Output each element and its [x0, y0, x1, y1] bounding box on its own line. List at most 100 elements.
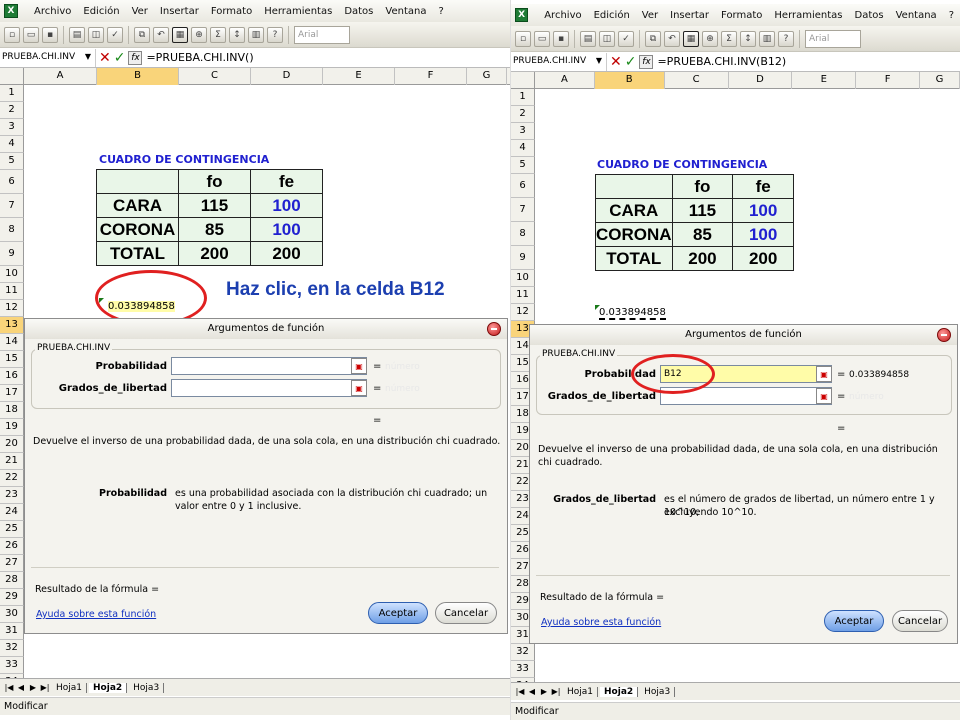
menu-help[interactable]: ?: [943, 10, 960, 21]
column-header-e[interactable]: E: [323, 68, 395, 85]
autosum-icon[interactable]: Σ: [721, 30, 737, 47]
row-header[interactable]: 23: [0, 487, 24, 504]
table-cell[interactable]: CARA: [96, 193, 179, 218]
close-icon[interactable]: [487, 322, 501, 336]
column-header-a[interactable]: A: [535, 72, 595, 89]
row-header[interactable]: 24: [0, 504, 24, 521]
chart-icon[interactable]: ▥: [759, 30, 775, 47]
hyperlink-icon[interactable]: ⊕: [191, 26, 207, 43]
row-header[interactable]: 29: [0, 589, 24, 606]
menu-insertar[interactable]: Insertar: [664, 10, 715, 21]
cancel-entry-icon[interactable]: ✕: [99, 50, 111, 66]
menu-edicion[interactable]: Edición: [588, 10, 636, 21]
table-header-fe[interactable]: fe: [732, 174, 794, 199]
cell-b12[interactable]: 0.033894858: [599, 307, 666, 320]
row-header[interactable]: 2: [511, 106, 535, 123]
column-header-d[interactable]: D: [251, 68, 323, 85]
row-header[interactable]: 9: [511, 246, 535, 270]
select-all-corner[interactable]: [511, 72, 535, 89]
copy-icon[interactable]: ⧉: [645, 30, 661, 47]
row-header[interactable]: 4: [0, 136, 24, 153]
column-header-g[interactable]: G: [467, 68, 507, 85]
column-header-d[interactable]: D: [729, 72, 793, 89]
table-cell[interactable]: 100: [250, 193, 323, 218]
row-header[interactable]: 32: [0, 640, 24, 657]
menu-datos[interactable]: Datos: [338, 6, 379, 17]
name-box[interactable]: PRUEBA.CHI.INV ▼: [511, 52, 607, 71]
menu-ventana[interactable]: Ventana: [379, 6, 432, 17]
chevron-down-icon[interactable]: ▼: [85, 52, 91, 61]
row-header[interactable]: 15: [0, 351, 24, 368]
undo-icon[interactable]: ↶: [153, 26, 169, 43]
row-header[interactable]: 27: [0, 555, 24, 572]
row-header[interactable]: 26: [0, 538, 24, 555]
table-cell[interactable]: 200: [250, 241, 323, 266]
new-document-icon[interactable]: ▫: [515, 30, 531, 47]
column-header-b[interactable]: B: [594, 72, 665, 89]
name-box[interactable]: PRUEBA.CHI.INV ▼: [0, 48, 96, 67]
row-header[interactable]: 33: [0, 657, 24, 674]
row-header[interactable]: 13: [0, 317, 24, 334]
column-header-g[interactable]: G: [920, 72, 960, 89]
new-document-icon[interactable]: ▫: [4, 26, 20, 43]
table-cell[interactable]: 100: [250, 217, 323, 242]
row-header[interactable]: 10: [511, 270, 535, 287]
row-header[interactable]: 14: [0, 334, 24, 351]
confirm-entry-icon[interactable]: ✓: [114, 50, 126, 66]
formula-text[interactable]: =PRUEBA.CHI.INV(B12): [657, 55, 786, 68]
row-header[interactable]: 31: [0, 623, 24, 640]
menu-formato[interactable]: Formato: [205, 6, 258, 17]
row-header[interactable]: 7: [0, 194, 24, 218]
help-link[interactable]: Ayuda sobre esta función: [36, 609, 156, 620]
row-header[interactable]: 25: [0, 521, 24, 538]
sort-icon[interactable]: ↕: [229, 26, 245, 43]
collapse-dialog-icon[interactable]: ▣: [351, 358, 367, 374]
sheet-tab-hoja3[interactable]: Hoja3: [640, 686, 676, 697]
row-header[interactable]: 28: [0, 572, 24, 589]
table-cell[interactable]: 115: [178, 193, 251, 218]
row-header[interactable]: 11: [511, 287, 535, 304]
row-header[interactable]: 6: [0, 170, 24, 194]
first-sheet-icon[interactable]: |◀: [515, 687, 525, 696]
row-header[interactable]: 22: [0, 470, 24, 487]
row-header[interactable]: 33: [511, 661, 535, 678]
menu-herramientas[interactable]: Herramientas: [768, 10, 848, 21]
accept-button[interactable]: Aceptar: [824, 610, 884, 632]
print-icon[interactable]: ▤: [580, 30, 596, 47]
open-folder-icon[interactable]: ▭: [23, 26, 39, 43]
help-icon[interactable]: ?: [267, 26, 283, 43]
sheet-tab-hoja1[interactable]: Hoja1: [563, 686, 599, 697]
column-header-c[interactable]: C: [179, 68, 251, 85]
spelling-icon[interactable]: ✓: [618, 30, 634, 47]
chevron-down-icon[interactable]: ▼: [596, 56, 602, 65]
table-cell[interactable]: CORONA: [96, 217, 179, 242]
row-header[interactable]: 8: [511, 222, 535, 246]
chart-icon[interactable]: ▥: [248, 26, 264, 43]
first-sheet-icon[interactable]: |◀: [4, 683, 14, 692]
preview-icon[interactable]: ◫: [599, 30, 615, 47]
collapse-dialog-icon[interactable]: ▣: [351, 380, 367, 396]
table-cell[interactable]: TOTAL: [595, 246, 673, 271]
row-header[interactable]: 2: [0, 102, 24, 119]
cancel-button[interactable]: Cancelar: [892, 610, 948, 632]
row-header[interactable]: 6: [511, 174, 535, 198]
formula-text[interactable]: =PRUEBA.CHI.INV(): [146, 51, 253, 64]
table-cell[interactable]: 100: [732, 222, 794, 247]
save-icon[interactable]: ▪: [553, 30, 569, 47]
excel-app-icon[interactable]: X: [4, 4, 18, 18]
row-header[interactable]: 32: [511, 644, 535, 661]
row-header[interactable]: 8: [0, 218, 24, 242]
grados-input[interactable]: [171, 379, 367, 397]
row-header[interactable]: 21: [0, 453, 24, 470]
menu-formato[interactable]: Formato: [715, 10, 768, 21]
row-header[interactable]: 4: [511, 140, 535, 157]
menu-ventana[interactable]: Ventana: [890, 10, 943, 21]
row-header[interactable]: 30: [0, 606, 24, 623]
table-cell[interactable]: [595, 174, 673, 199]
last-sheet-icon[interactable]: ▶|: [551, 687, 561, 696]
sheet-tab-hoja3[interactable]: Hoja3: [129, 682, 165, 693]
column-header-f[interactable]: F: [395, 68, 467, 85]
row-header[interactable]: 19: [0, 419, 24, 436]
preview-icon[interactable]: ◫: [88, 26, 104, 43]
row-header[interactable]: 1: [511, 89, 535, 106]
